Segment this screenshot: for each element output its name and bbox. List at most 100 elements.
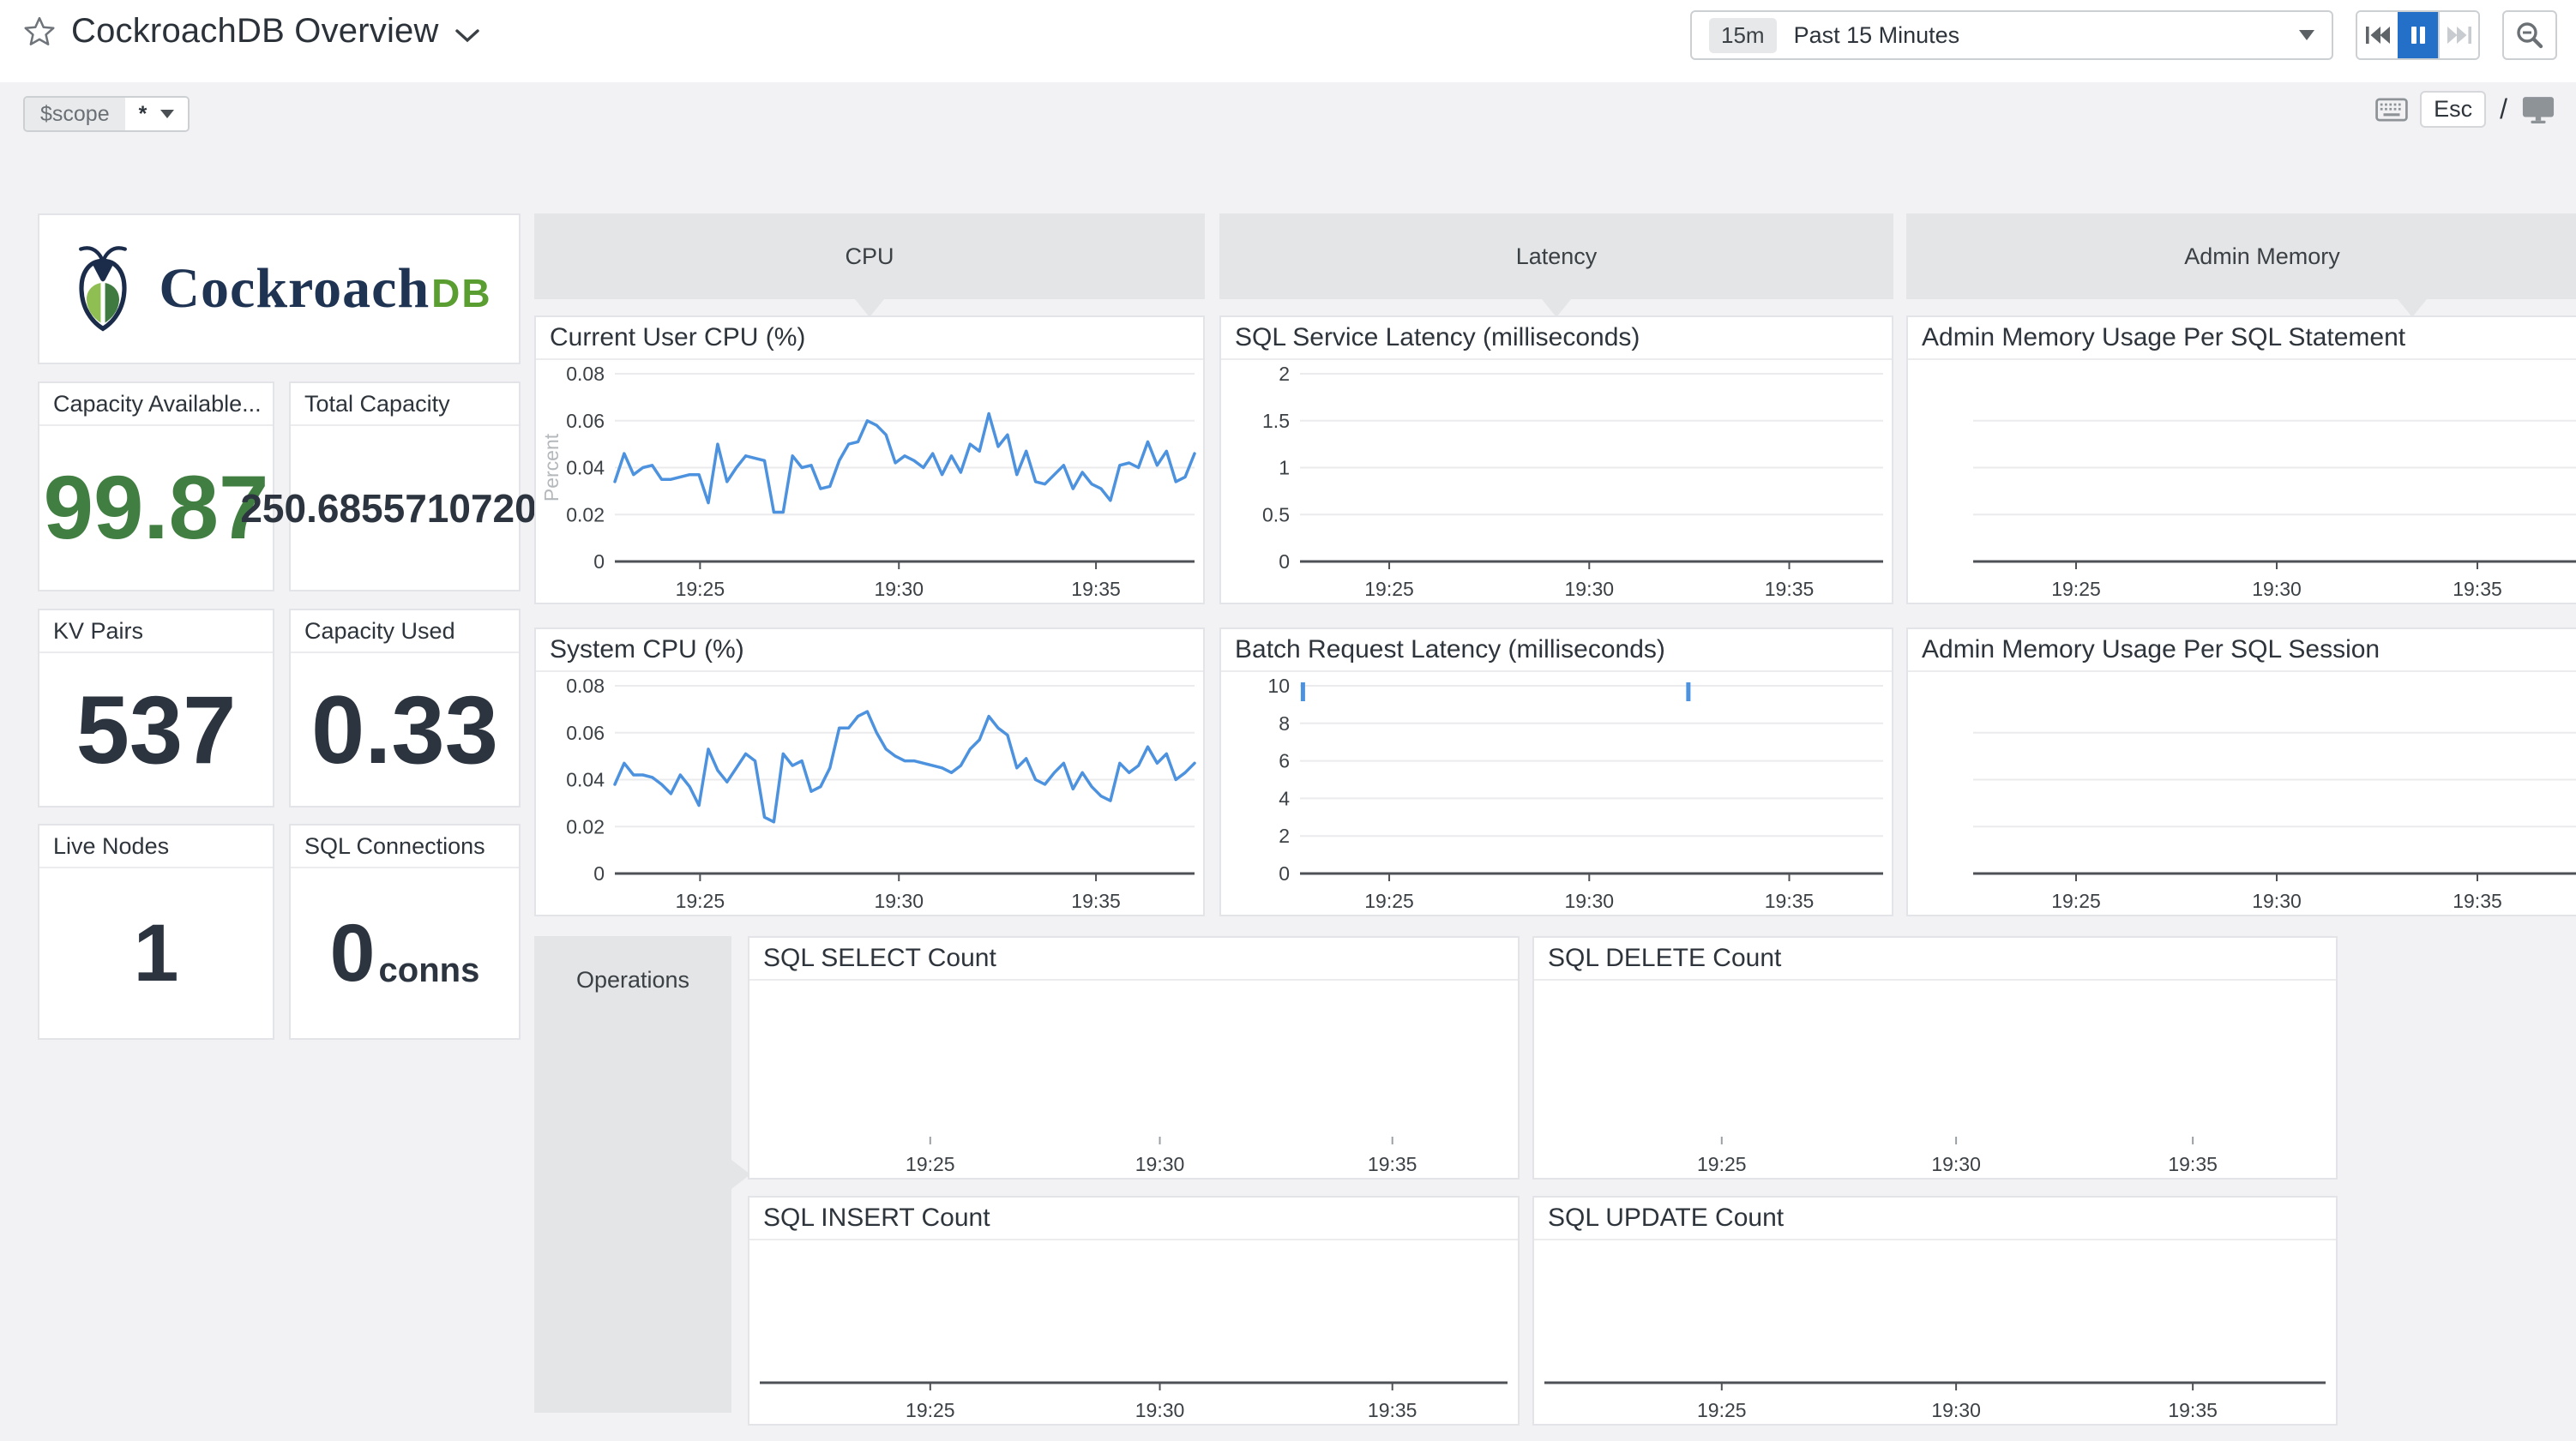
chart-title: Current User CPU (%) — [536, 317, 1203, 360]
svg-text:0.08: 0.08 — [566, 675, 605, 697]
scope-variable-value: * — [125, 98, 189, 130]
pause-button[interactable] — [2398, 12, 2438, 58]
svg-text:0.5: 0.5 — [1262, 503, 1290, 525]
title-group: CockroachDB Overview — [23, 12, 480, 51]
stat-number: 0 — [330, 907, 376, 1000]
svg-text:19:25: 19:25 — [676, 890, 725, 912]
stat-card-kv-pairs: KV Pairs 537 — [38, 609, 274, 808]
svg-text:1.5: 1.5 — [1262, 410, 1290, 432]
cockroach-bug-icon — [66, 243, 140, 334]
favorite-star-icon[interactable] — [23, 15, 56, 48]
chart-title: SQL Service Latency (milliseconds) — [1221, 317, 1892, 360]
skip-forward-icon — [2445, 25, 2474, 45]
svg-text:19:30: 19:30 — [2252, 578, 2302, 600]
chart-card-sql-delete-count: SQL DELETE Count 19:2519:3019:35 — [1532, 936, 2338, 1180]
group-header-latency[interactable]: Latency — [1219, 213, 1893, 299]
template-variable-scope[interactable]: $scope * — [23, 96, 190, 132]
svg-text:19:30: 19:30 — [2252, 890, 2302, 912]
fullscreen-monitor-icon[interactable] — [2521, 95, 2555, 124]
svg-text:19:30: 19:30 — [1135, 1153, 1185, 1175]
stat-value: 537 — [39, 653, 273, 806]
cockroachdb-logo: CockroachDB — [66, 243, 491, 334]
chart-plot-sql-delete-count[interactable]: 19:25 19:30 19:35 — [1534, 981, 2336, 1178]
stat-label: Capacity Used — [291, 610, 519, 653]
group-header-operations[interactable]: Operations — [534, 936, 731, 1413]
chart-plot-batch-request-latency[interactable]: 108642019:2519:3019:35 — [1221, 672, 1892, 915]
stat-number: 250.6855710720 — [240, 485, 536, 531]
chart-plot-sql-insert-count[interactable]: 19:2519:3019:35 — [749, 1240, 1518, 1424]
svg-text:0: 0 — [593, 862, 605, 885]
chart-title: SQL SELECT Count — [749, 938, 1518, 981]
time-forward-button[interactable] — [2438, 12, 2478, 58]
group-header-admin-memory[interactable]: Admin Memory — [1906, 213, 2576, 299]
chart-card-batch-request-latency: Batch Request Latency (milliseconds) 108… — [1219, 627, 1893, 916]
svg-text:19:25: 19:25 — [676, 578, 725, 600]
chart-title: Admin Memory Usage Per SQL Statement — [1908, 317, 2576, 360]
logo-brand-text: Cockroach — [159, 257, 430, 320]
svg-text:19:35: 19:35 — [1071, 890, 1121, 912]
chart-plot-current-user-cpu[interactable]: 0.080.060.040.02019:2519:3019:35Percent — [536, 360, 1203, 603]
chart-card-system-cpu: System CPU (%) 0.080.060.040.02019:2519:… — [534, 627, 1205, 916]
svg-text:8: 8 — [1279, 712, 1290, 735]
time-backward-button[interactable] — [2357, 12, 2398, 58]
stat-label: SQL Connections — [291, 826, 519, 868]
svg-text:0.04: 0.04 — [566, 769, 605, 791]
svg-text:19:35: 19:35 — [1765, 578, 1815, 600]
caret-down-icon — [160, 110, 174, 118]
stat-unit: conns — [379, 952, 480, 990]
chart-plot-sql-service-latency[interactable]: 21.510.5019:2519:3019:35 — [1221, 360, 1892, 603]
svg-text:0: 0 — [1279, 862, 1290, 885]
logo-brand-suffix: DB — [431, 271, 491, 315]
stat-label: Live Nodes — [39, 826, 273, 868]
time-range-badge: 15m — [1709, 18, 1777, 53]
stat-card-capacity-available: Capacity Available... 99.87 — [38, 381, 274, 591]
svg-text:19:25: 19:25 — [1697, 1153, 1747, 1175]
svg-text:0.06: 0.06 — [566, 410, 605, 432]
top-bar: CockroachDB Overview 15m Past 15 Minutes — [0, 0, 2576, 82]
svg-text:6: 6 — [1279, 750, 1290, 772]
svg-text:0.02: 0.02 — [566, 503, 605, 525]
svg-text:19:35: 19:35 — [2168, 1399, 2218, 1421]
svg-text:19:35: 19:35 — [2168, 1153, 2218, 1175]
chart-plot-sql-update-count[interactable]: 19:2519:3019:35 — [1534, 1240, 2336, 1424]
chart-card-sql-insert-count: SQL INSERT Count 19:2519:3019:35 — [748, 1196, 1520, 1426]
chart-title: Batch Request Latency (milliseconds) — [1221, 629, 1892, 672]
zoom-out-button[interactable] — [2502, 10, 2557, 60]
chart-plot-sql-select-count[interactable]: 19:2519:3019:35 — [749, 981, 1518, 1178]
title-chevron-down-icon[interactable] — [454, 28, 480, 44]
page-title: CockroachDB Overview — [71, 12, 439, 51]
chart-card-admin-memory-statement: Admin Memory Usage Per SQL Statement 19:… — [1906, 315, 2576, 604]
chart-plot-system-cpu[interactable]: 0.08 0.06 0.04 0.02 0 19:25 19:30 19:35 — [536, 672, 1203, 915]
chart-plot-admin-memory-statement[interactable]: 19:25 19:30 19:35 — [1908, 360, 2576, 603]
stat-card-capacity-used: Capacity Used 0.33 — [289, 609, 521, 808]
svg-text:19:30: 19:30 — [874, 578, 924, 600]
group-header-cpu[interactable]: CPU — [534, 213, 1205, 299]
svg-text:19:30: 19:30 — [1564, 578, 1614, 600]
time-range-picker[interactable]: 15m Past 15 Minutes — [1690, 10, 2333, 60]
caret-down-icon — [2299, 30, 2314, 40]
svg-text:19:25: 19:25 — [1364, 578, 1414, 600]
svg-text:1: 1 — [1279, 457, 1290, 479]
stat-value: 250.6855710720 GB — [291, 426, 519, 590]
svg-text:19:35: 19:35 — [1765, 890, 1815, 912]
svg-text:19:30: 19:30 — [874, 890, 924, 912]
svg-text:19:30: 19:30 — [1931, 1153, 1981, 1175]
timeline-playback-group — [2356, 10, 2480, 60]
stat-value: 1 — [39, 868, 273, 1038]
svg-text:0.02: 0.02 — [566, 815, 605, 838]
svg-text:19:35: 19:35 — [2453, 578, 2502, 600]
chart-title: SQL INSERT Count — [749, 1198, 1518, 1240]
chart-card-sql-service-latency: SQL Service Latency (milliseconds) 21.51… — [1219, 315, 1893, 604]
chart-plot-admin-memory-session[interactable]: 19:2519:3019:35 — [1908, 672, 2576, 915]
scope-value-text: * — [139, 102, 147, 127]
svg-text:0.06: 0.06 — [566, 722, 605, 744]
svg-text:19:25: 19:25 — [1364, 890, 1414, 912]
logo-wordmark: CockroachDB — [159, 256, 491, 321]
svg-text:19:25: 19:25 — [2051, 890, 2101, 912]
stat-card-live-nodes: Live Nodes 1 — [38, 824, 274, 1040]
svg-text:19:25: 19:25 — [906, 1399, 955, 1421]
svg-text:19:25: 19:25 — [2051, 578, 2101, 600]
time-controls: 15m Past 15 Minutes — [1690, 10, 2557, 60]
slash-separator: / — [2500, 93, 2507, 125]
svg-text:0.08: 0.08 — [566, 363, 605, 385]
